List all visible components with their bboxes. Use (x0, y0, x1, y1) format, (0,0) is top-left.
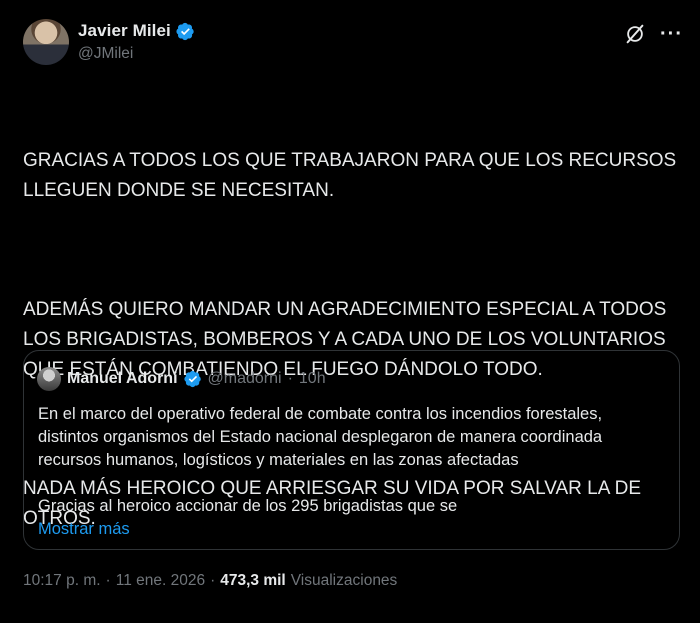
more-options-icon[interactable]: ··· (660, 24, 683, 44)
quoted-time: 10h (298, 370, 326, 387)
tweet-meta: 10:17 p. m. · 11 ene. 2026 · 473,3 mil V… (23, 572, 397, 590)
tweet: Javier Milei @JMilei ··· GRACIAS A TODOS… (0, 0, 700, 618)
author-avatar[interactable] (23, 19, 69, 65)
quoted-tweet-text: En el marco del operativo federal de com… (38, 403, 668, 541)
author-name-row: Javier Milei (78, 21, 195, 41)
show-more-link[interactable]: Mostrar más (38, 520, 130, 538)
quoted-tweet[interactable]: Manuel Adorni @madorni · 10h En el marco… (23, 350, 680, 550)
quoted-text-main: En el marco del operativo federal de com… (38, 405, 603, 469)
author-name[interactable]: Javier Milei (78, 21, 171, 41)
post-time[interactable]: 10:17 p. m. (23, 572, 101, 590)
quoted-tweet-header: Manuel Adorni @madorni · 10h (37, 367, 326, 391)
verified-badge-icon (176, 22, 194, 40)
post-date[interactable]: 11 ene. 2026 (116, 572, 205, 590)
author-info: Javier Milei @JMilei (78, 21, 195, 63)
grok-icon[interactable] (624, 23, 646, 45)
verified-badge-icon (183, 370, 201, 388)
quoted-author-avatar (37, 367, 61, 391)
author-handle[interactable]: @JMilei (78, 45, 195, 63)
tweet-actions-top: ··· (624, 23, 683, 45)
quoted-separator: · (287, 370, 293, 387)
views-count[interactable]: 473,3 mil (220, 572, 286, 590)
meta-separator: · (105, 572, 111, 589)
tweet-header: Javier Milei @JMilei ··· (23, 19, 683, 69)
tweet-paragraph: GRACIAS A TODOS LOS QUE TRABAJARON PARA … (23, 150, 677, 201)
quoted-text-continued: Gracias al heroico accionar de los 295 b… (38, 497, 458, 515)
meta-separator: · (210, 572, 216, 589)
quoted-author-handle: @madorni (207, 370, 282, 387)
views-label[interactable]: Visualizaciones (291, 572, 398, 590)
quoted-author-name: Manuel Adorni (67, 370, 178, 387)
